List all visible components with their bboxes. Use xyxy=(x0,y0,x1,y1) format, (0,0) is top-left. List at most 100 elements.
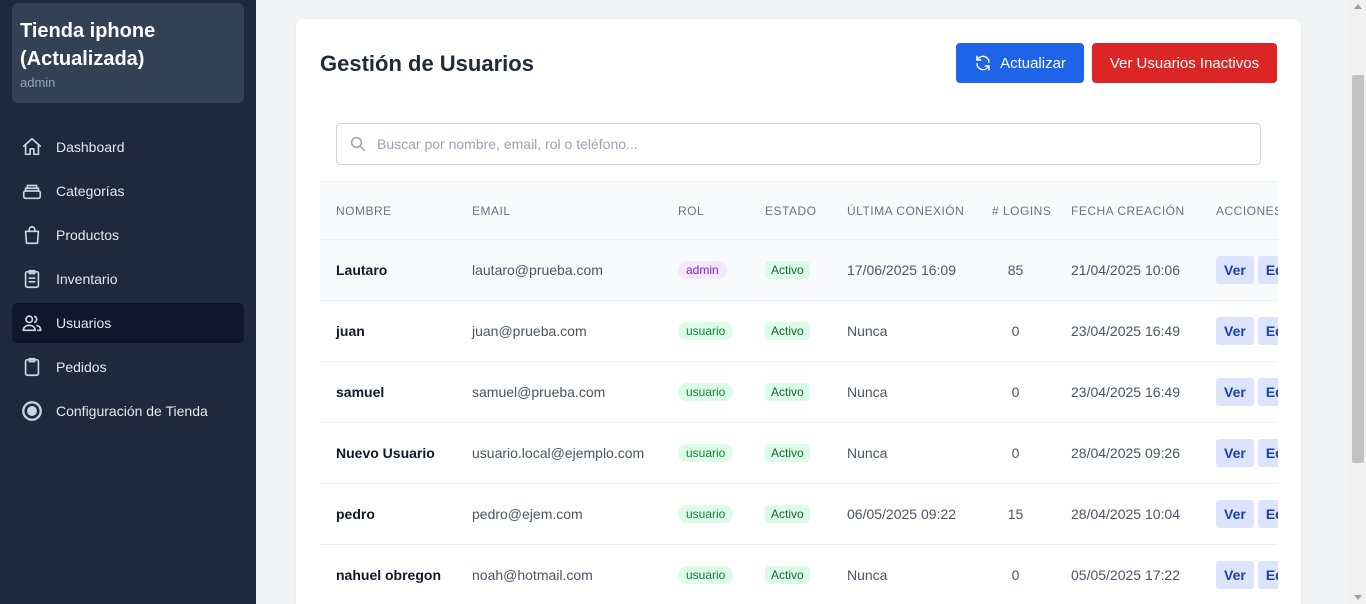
table-row: Nuevo Usuario usuario.local@ejemplo.com … xyxy=(320,423,1278,484)
user-email: usuario.local@ejemplo.com xyxy=(472,445,645,461)
view-user-button[interactable]: Ver xyxy=(1216,378,1254,406)
user-email: pedro@ejem.com xyxy=(472,506,583,522)
user-name: samuel xyxy=(336,384,385,400)
clipboard-list-icon xyxy=(20,267,44,291)
edit-user-button[interactable]: Editar xyxy=(1257,500,1278,528)
view-user-button[interactable]: Ver xyxy=(1216,317,1254,345)
edit-user-button[interactable]: Editar xyxy=(1257,256,1278,284)
login-count: 0 xyxy=(1011,567,1020,583)
column-header: ESTADO xyxy=(765,203,817,218)
user-email: noah@hotmail.com xyxy=(472,567,593,583)
sidebar-item-categorias[interactable]: Categorías xyxy=(12,171,244,211)
login-count: 0 xyxy=(1011,384,1020,400)
edit-user-button[interactable]: Editar xyxy=(1257,561,1278,589)
edit-user-button[interactable]: Editar xyxy=(1257,378,1278,406)
refresh-button[interactable]: Actualizar xyxy=(956,43,1084,83)
login-count: 85 xyxy=(1007,262,1024,278)
sidebar-item-label: Productos xyxy=(56,227,120,243)
user-name: nahuel obregon xyxy=(336,567,441,583)
created-date: 21/04/2025 10:06 xyxy=(1071,262,1180,278)
edit-user-button[interactable]: Editar xyxy=(1257,439,1278,467)
login-count: 15 xyxy=(1007,506,1024,522)
view-user-button[interactable]: Ver xyxy=(1216,561,1254,589)
table-row: Lautaro lautaro@prueba.com admin Activo … xyxy=(320,239,1278,301)
sidebar-item-dashboard[interactable]: Dashboard xyxy=(12,127,244,167)
role-badge: usuario xyxy=(678,566,734,584)
view-user-button[interactable]: Ver xyxy=(1216,256,1254,284)
created-date: 23/04/2025 16:49 xyxy=(1071,323,1180,339)
sidebar-item-usuarios[interactable]: Usuarios xyxy=(12,303,244,343)
sidebar-item-pedidos[interactable]: Pedidos xyxy=(12,347,244,387)
user-email: samuel@prueba.com xyxy=(472,384,606,400)
scroll-up-arrow-icon[interactable] xyxy=(1354,4,1362,9)
scroll-down-arrow-icon[interactable] xyxy=(1354,595,1362,600)
created-date: 23/04/2025 16:49 xyxy=(1071,384,1180,400)
search-box xyxy=(336,123,1261,165)
sidebar-item-configuracion[interactable]: Configuración de Tienda xyxy=(12,391,244,431)
sidebar-item-productos[interactable]: Productos xyxy=(12,215,244,255)
user-name: juan xyxy=(336,323,365,339)
sidebar-item-label: Dashboard xyxy=(56,139,125,155)
status-badge: Activo xyxy=(765,261,810,279)
view-user-button[interactable]: Ver xyxy=(1216,500,1254,528)
column-header: ÚLTIMA CONEXIÓN xyxy=(847,203,965,218)
role-badge: usuario xyxy=(678,383,734,401)
clipboard-icon xyxy=(20,355,44,379)
last-login: Nunca xyxy=(847,445,888,461)
status-badge: Activo xyxy=(765,322,810,340)
role-badge: usuario xyxy=(678,505,734,523)
created-date: 28/04/2025 09:26 xyxy=(1071,445,1180,461)
table-row: pedro pedro@ejem.com usuario Activo 06/0… xyxy=(320,484,1278,545)
table-header-row: NOMBRE EMAIL ROL ESTADO ÚLTIMA CONEXIÓN … xyxy=(320,181,1278,240)
layers-icon xyxy=(20,179,44,203)
sidebar-item-inventario[interactable]: Inventario xyxy=(12,259,244,299)
table-row: samuel samuel@prueba.com usuario Activo … xyxy=(320,362,1278,423)
sidebar-item-label: Configuración de Tienda xyxy=(56,403,208,419)
scrollbar-thumb[interactable] xyxy=(1352,75,1364,463)
sidebar-item-label: Usuarios xyxy=(56,315,112,331)
status-badge: Activo xyxy=(765,566,810,584)
column-header: FECHA CREACIÓN xyxy=(1071,203,1185,218)
column-header: ROL xyxy=(678,203,705,218)
user-email: lautaro@prueba.com xyxy=(472,262,603,278)
table-row: juan juan@prueba.com usuario Activo Nunc… xyxy=(320,301,1278,362)
view-inactive-users-button[interactable]: Ver Usuarios Inactivos xyxy=(1092,43,1277,83)
store-brand: Tienda iphone (Actualizada) admin xyxy=(12,3,244,103)
view-user-button[interactable]: Ver xyxy=(1216,439,1254,467)
last-login: Nunca xyxy=(847,567,888,583)
column-header: # LOGINS xyxy=(992,203,1052,218)
role-badge: admin xyxy=(678,261,727,279)
status-badge: Activo xyxy=(765,383,810,401)
user-name: pedro xyxy=(336,506,375,522)
last-login: Nunca xyxy=(847,384,888,400)
store-name: Tienda iphone (Actualizada) xyxy=(20,20,156,70)
shopping-bag-icon xyxy=(20,223,44,247)
column-header: ACCIONES xyxy=(1216,203,1278,218)
status-badge: Activo xyxy=(765,505,810,523)
sidebar: Tienda iphone (Actualizada) admin Dashbo… xyxy=(0,0,256,604)
created-date: 05/05/2025 17:22 xyxy=(1071,567,1180,583)
refresh-label: Actualizar xyxy=(1000,54,1066,72)
page-scrollbar[interactable] xyxy=(1350,0,1366,604)
edit-user-button[interactable]: Editar xyxy=(1257,317,1278,345)
last-login: Nunca xyxy=(847,323,888,339)
users-icon xyxy=(20,311,44,335)
role-badge: usuario xyxy=(678,322,734,340)
users-card: Gestión de Usuarios Actualizar Ver Usuar… xyxy=(296,19,1301,604)
sidebar-nav: Dashboard Categorías Productos Inventari… xyxy=(12,127,244,435)
refresh-icon xyxy=(976,55,990,71)
user-name: Lautaro xyxy=(336,262,388,278)
user-email: juan@prueba.com xyxy=(472,323,587,339)
created-date: 28/04/2025 10:04 xyxy=(1071,506,1180,522)
status-badge: Activo xyxy=(765,444,810,462)
search-input[interactable] xyxy=(377,136,1237,152)
login-count: 0 xyxy=(1011,445,1020,461)
user-role: admin xyxy=(20,75,56,90)
sidebar-item-label: Inventario xyxy=(56,271,118,287)
users-table: NOMBRE EMAIL ROL ESTADO ÚLTIMA CONEXIÓN … xyxy=(320,181,1278,604)
last-login: 06/05/2025 09:22 xyxy=(847,506,956,522)
table-row: nahuel obregon noah@hotmail.com usuario … xyxy=(320,545,1278,604)
settings-circle-icon xyxy=(20,399,44,423)
page-title: Gestión de Usuarios xyxy=(320,51,534,76)
column-header: NOMBRE xyxy=(336,203,392,218)
